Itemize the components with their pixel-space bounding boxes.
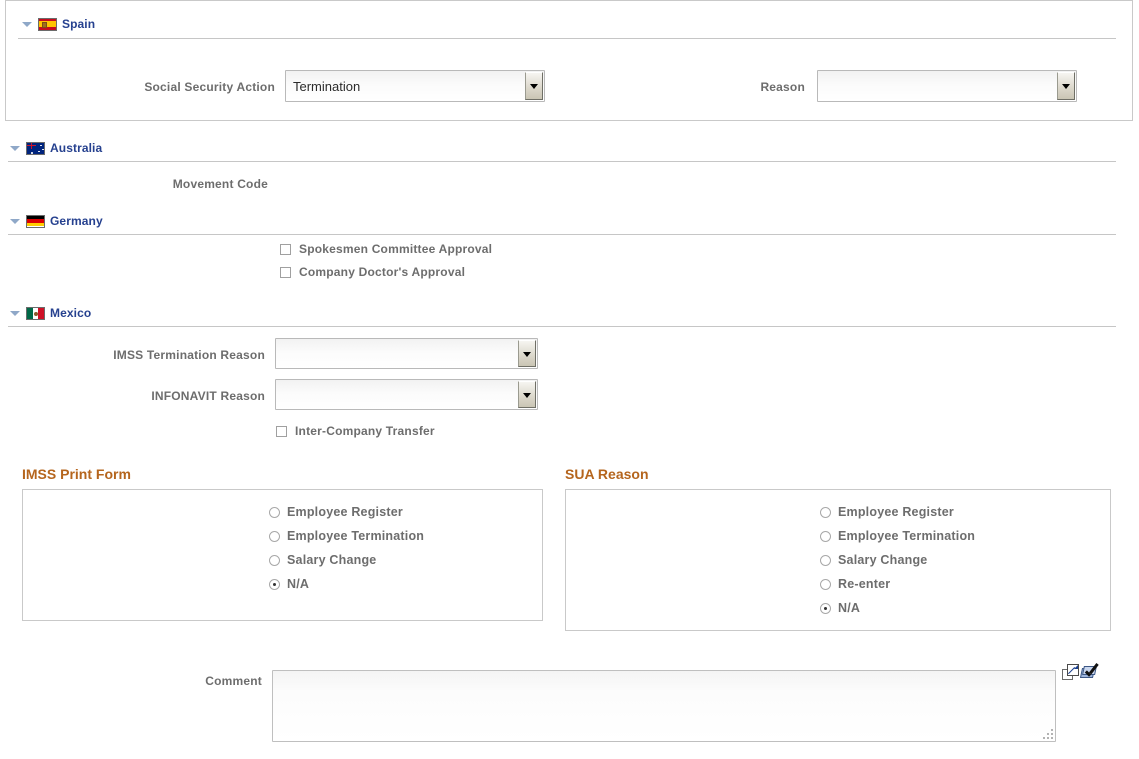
radio-imss-employee-register[interactable] [269,506,280,518]
chevron-down-icon[interactable] [518,381,536,408]
checkbox-label-spokesmen-committee-approval: Spokesmen Committee Approval [299,242,493,256]
section-rule-mexico [8,326,1116,327]
chevron-down-icon[interactable] [518,340,536,367]
radio-row-imss-na[interactable]: N/A [269,572,424,596]
radio-row-imss-employee-termination[interactable]: Employee Termination [269,524,424,548]
section-title-germany: Germany [50,214,103,228]
radio-row-imss-employee-register[interactable]: Employee Register [269,500,424,524]
section-rule-germany [8,234,1116,235]
reason-dropdown[interactable] [817,70,1077,102]
label-comment: Comment [205,674,262,688]
social-security-action-value: Termination [293,78,361,94]
radio-label-sua-na: N/A [838,601,861,615]
label-social-security-action: Social Security Action [144,80,275,94]
label-movement-code: Movement Code [172,177,268,191]
radio-sua-employee-termination[interactable] [820,530,831,542]
radio-row-imss-salary-change[interactable]: Salary Change [269,548,424,572]
collapse-arrow-icon[interactable] [10,308,21,319]
radio-imss-na[interactable] [269,578,280,590]
radio-row-sua-na[interactable]: N/A [820,596,975,620]
radio-row-sua-employee-register[interactable]: Employee Register [820,500,975,524]
chevron-down-icon[interactable] [1057,72,1075,100]
section-header-mexico[interactable]: Mexico [10,304,91,322]
comment-icon-group [1062,664,1099,680]
radio-sua-na[interactable] [820,602,831,614]
imss-termination-reason-value [276,339,518,368]
radio-row-sua-employee-termination[interactable]: Employee Termination [820,524,975,548]
radio-label-imss-employee-termination: Employee Termination [287,529,425,543]
section-title-mexico: Mexico [50,306,92,320]
checkbox-label-company-doctors-approval: Company Doctor's Approval [299,265,466,279]
radio-sua-re-enter[interactable] [820,578,831,590]
collapse-arrow-icon[interactable] [10,216,21,227]
section-rule-australia [8,161,1116,162]
label-reason: Reason [760,80,805,94]
section-header-australia[interactable]: Australia [10,139,102,157]
imss-termination-reason-dropdown[interactable] [275,338,538,369]
australia-flag-icon [26,141,45,155]
radio-label-imss-employee-register: Employee Register [287,505,403,519]
radio-label-sua-employee-termination: Employee Termination [838,529,976,543]
radio-sua-employee-register[interactable] [820,506,831,518]
imss-print-form-options: Employee Register Employee Termination S… [269,500,424,596]
radio-row-sua-re-enter[interactable]: Re-enter [820,572,975,596]
germany-flag-icon [26,214,45,228]
infonavit-reason-value [276,380,518,409]
section-title-australia: Australia [50,141,103,155]
checkbox-row-company-doctors-approval[interactable]: Company Doctor's Approval [280,265,465,279]
comment-textarea[interactable] [272,670,1056,742]
group-title-sua-reason: SUA Reason [565,466,649,482]
radio-label-imss-salary-change: Salary Change [287,553,377,567]
section-header-germany[interactable]: Germany [10,212,103,230]
spain-flag-icon [38,17,57,31]
collapse-arrow-icon[interactable] [22,19,33,30]
label-infonavit-reason: INFONAVIT Reason [151,389,265,403]
spell-check-icon[interactable] [1079,664,1099,680]
radio-label-sua-employee-register: Employee Register [838,505,954,519]
reason-value [818,71,1057,101]
radio-imss-salary-change[interactable] [269,554,280,566]
resize-grip-icon[interactable] [1042,728,1053,739]
section-rule-spain [18,38,1116,39]
radio-label-sua-salary-change: Salary Change [838,553,928,567]
infonavit-reason-dropdown[interactable] [275,379,538,410]
social-security-action-dropdown[interactable]: Termination [285,70,545,102]
page-root: Spain Social Security Action Termination… [0,0,1139,759]
mexico-flag-icon [26,306,45,320]
checkbox-label-inter-company-transfer: Inter-Company Transfer [295,424,435,438]
radio-label-imss-na: N/A [287,577,310,591]
radio-row-sua-salary-change[interactable]: Salary Change [820,548,975,572]
radio-label-sua-re-enter: Re-enter [838,577,891,591]
checkbox-spokesmen-committee-approval[interactable] [280,243,291,255]
section-title-spain: Spain [62,17,96,31]
checkbox-inter-company-transfer[interactable] [276,425,287,437]
checkbox-row-inter-company-transfer[interactable]: Inter-Company Transfer [276,424,435,438]
checkbox-company-doctors-approval[interactable] [280,266,291,278]
sua-reason-options: Employee Register Employee Termination S… [820,500,975,620]
chevron-down-icon[interactable] [525,72,543,100]
collapse-arrow-icon[interactable] [10,143,21,154]
checkbox-row-spokesmen-committee-approval[interactable]: Spokesmen Committee Approval [280,242,492,256]
radio-sua-salary-change[interactable] [820,554,831,566]
spain-groupbox [5,0,1133,121]
label-imss-termination-reason: IMSS Termination Reason [113,348,265,362]
radio-imss-employee-termination[interactable] [269,530,280,542]
expand-icon[interactable] [1062,664,1079,680]
section-header-spain[interactable]: Spain [22,15,95,33]
group-title-imss-print-form: IMSS Print Form [22,466,131,482]
